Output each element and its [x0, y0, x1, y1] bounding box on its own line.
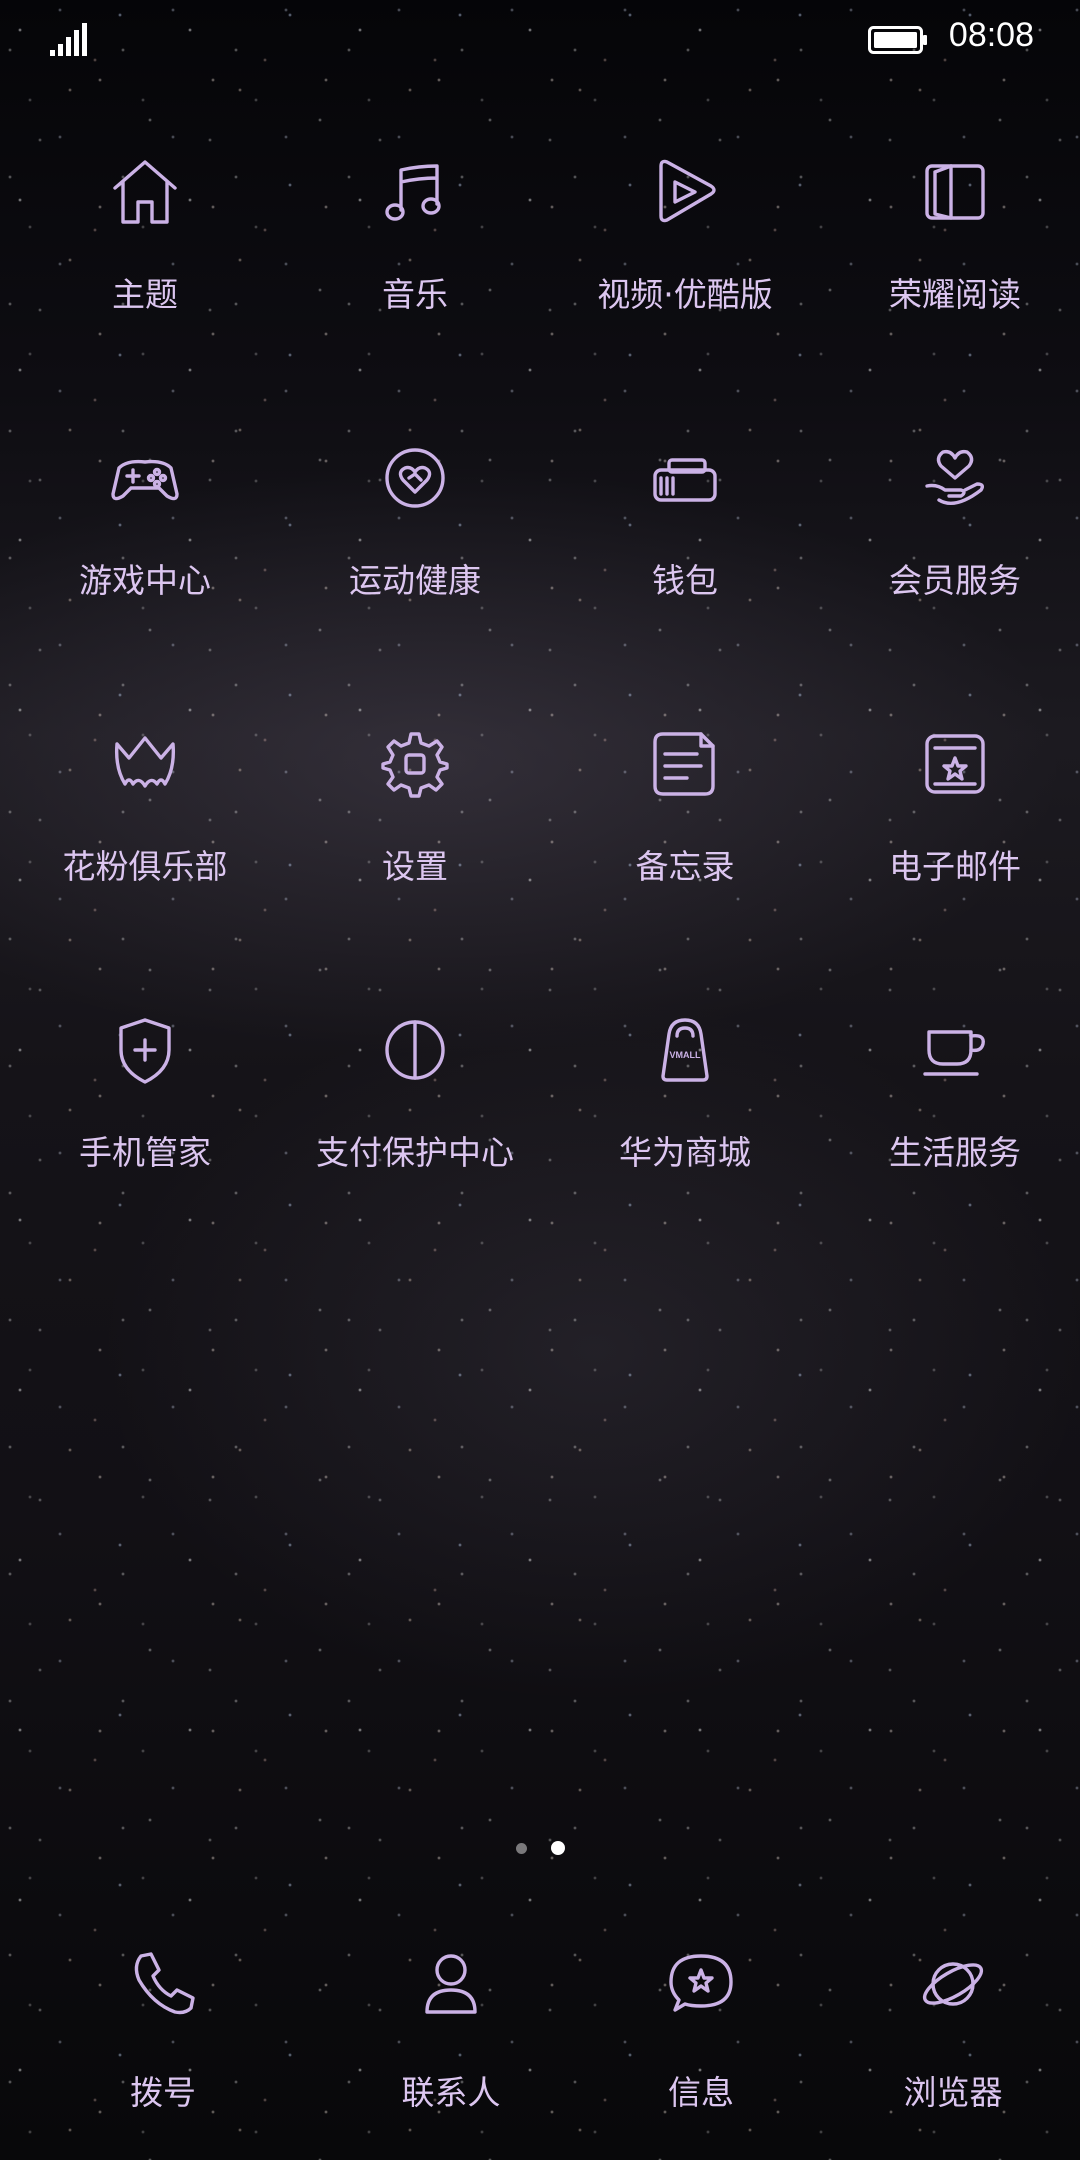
coffee-cup-icon: [915, 1010, 995, 1090]
half-shield-icon: [375, 1010, 455, 1090]
app-payment-protection[interactable]: 支付保护中心: [290, 998, 540, 1284]
app-label: 荣耀阅读: [889, 275, 1021, 314]
app-label: 支付保护中心: [316, 1133, 514, 1172]
app-label: 电子邮件: [889, 847, 1021, 886]
app-label: 信息: [668, 2073, 734, 2112]
gamepad-icon: [105, 438, 185, 518]
app-label: 运动健康: [349, 561, 481, 600]
app-health[interactable]: 运动健康: [290, 426, 540, 712]
vmall-badge-text: VMALL: [670, 1050, 701, 1060]
app-label: 设置: [382, 847, 448, 886]
wallet-icon: [645, 438, 725, 518]
app-label: 备忘录: [635, 847, 735, 886]
heart-circle-icon: [375, 438, 455, 518]
dock: 拨号 联系人 信息 浏览器: [0, 1930, 1080, 2114]
heart-hand-icon: [915, 438, 995, 518]
app-label: 会员服务: [889, 561, 1021, 600]
planet-icon: [913, 1944, 993, 2024]
app-label: 联系人: [401, 2073, 501, 2112]
app-video[interactable]: 视频·优酷版: [540, 140, 830, 426]
phone-icon: [123, 1944, 203, 2024]
status-bar: 08:08: [0, 0, 1080, 80]
app-reading[interactable]: 荣耀阅读: [830, 140, 1080, 426]
app-label: 浏览器: [903, 2073, 1003, 2112]
dock-messages[interactable]: 信息: [576, 1930, 826, 2114]
mail-icon: [915, 724, 995, 804]
app-grid: 主题 音乐 视频·优酷版 荣耀阅读 游戏中心 运动健康 钱包 会员服务 花粉俱乐…: [0, 140, 1080, 1284]
page-dot-1[interactable]: [515, 1842, 527, 1854]
app-fan-club[interactable]: 花粉俱乐部: [0, 712, 290, 998]
book-icon: [915, 152, 995, 232]
status-clock: 08:08: [948, 16, 1034, 54]
app-vmall[interactable]: VMALL 华为商城: [540, 998, 830, 1284]
app-label: 视频·优酷版: [597, 275, 773, 314]
dock-browser[interactable]: 浏览器: [826, 1930, 1080, 2114]
app-theme[interactable]: 主题: [0, 140, 290, 426]
app-member-service[interactable]: 会员服务: [830, 426, 1080, 712]
app-wallet[interactable]: 钱包: [540, 426, 830, 712]
app-game-center[interactable]: 游戏中心: [0, 426, 290, 712]
app-email[interactable]: 电子邮件: [830, 712, 1080, 998]
app-label: 华为商城: [619, 1133, 751, 1172]
page-indicator[interactable]: [0, 1838, 1080, 1858]
home-screen: 08:08 主题 音乐 视频·优酷版 荣耀阅读 游戏中心 运动健康 钱包 会员服…: [0, 0, 1080, 2160]
page-dot-2-active[interactable]: [550, 1841, 565, 1855]
app-settings[interactable]: 设置: [290, 712, 540, 998]
home-icon: [105, 152, 185, 232]
message-bubble-icon: [661, 1944, 741, 2024]
signal-bars-icon: [50, 23, 87, 56]
app-phone-manager[interactable]: 手机管家: [0, 998, 290, 1284]
notepad-icon: [645, 724, 725, 804]
app-label: 花粉俱乐部: [62, 847, 228, 886]
play-icon: [645, 152, 725, 232]
gear-icon: [375, 724, 455, 804]
dock-phone[interactable]: 拨号: [0, 1930, 326, 2114]
app-label: 手机管家: [79, 1133, 211, 1172]
app-label: 游戏中心: [79, 561, 211, 600]
app-life-service[interactable]: 生活服务: [830, 998, 1080, 1284]
crown-icon: [105, 724, 185, 804]
music-note-icon: [375, 152, 455, 232]
app-label: 拨号: [130, 2073, 196, 2112]
contact-person-icon: [411, 1944, 491, 2024]
battery-full-icon: [868, 26, 927, 54]
shopping-bag-icon: VMALL: [645, 1010, 725, 1090]
shield-plus-icon: [105, 1010, 185, 1090]
app-music[interactable]: 音乐: [290, 140, 540, 426]
dock-contacts[interactable]: 联系人: [326, 1930, 576, 2114]
app-label: 主题: [112, 275, 178, 314]
app-label: 生活服务: [889, 1133, 1021, 1172]
app-notes[interactable]: 备忘录: [540, 712, 830, 998]
app-label: 音乐: [382, 275, 448, 314]
app-label: 钱包: [652, 561, 718, 600]
